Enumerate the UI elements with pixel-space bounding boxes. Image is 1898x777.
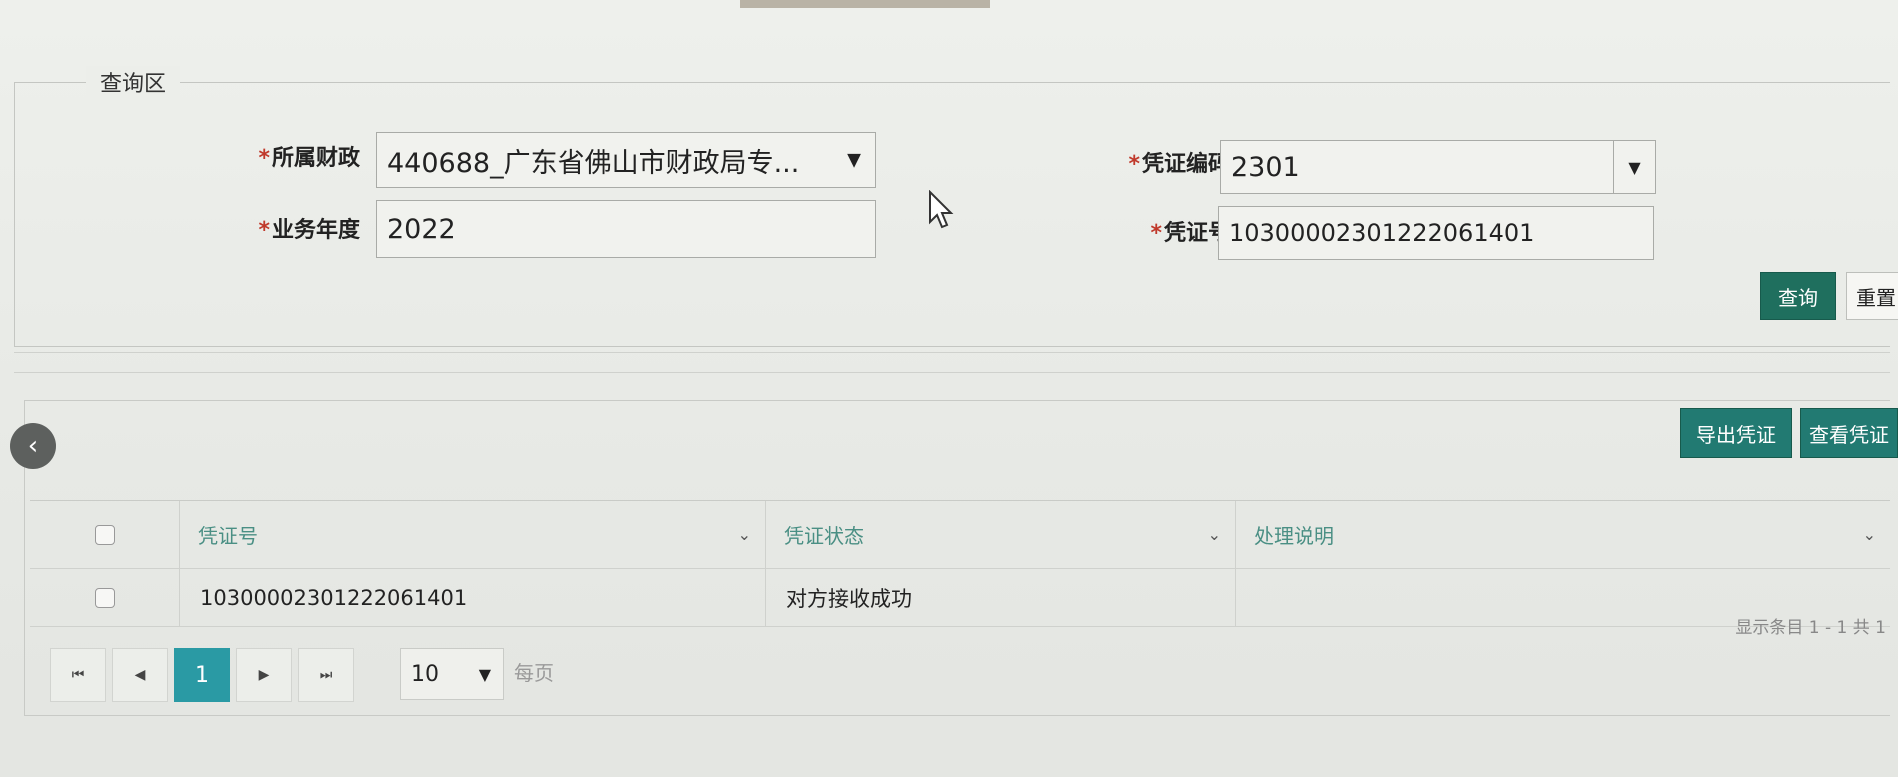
page-summary: 显示条目 1 - 1 共 1 [1735, 618, 1886, 638]
chevron-down-icon[interactable]: ⌄ [1863, 525, 1876, 544]
chevron-down-icon: ▼ [847, 149, 861, 171]
query-button[interactable]: 查询 [1760, 272, 1836, 320]
first-page-button[interactable]: ⏮ [50, 648, 106, 702]
current-page-button[interactable]: 1 [174, 648, 230, 702]
year-field[interactable]: 2022 [376, 200, 876, 258]
last-page-button[interactable]: ⏭ [298, 648, 354, 702]
voucher-no-field[interactable]: 10300002301222061401 [1218, 206, 1654, 260]
chevron-down-icon[interactable]: ⌄ [1208, 525, 1221, 544]
bottom-edge [0, 730, 1898, 777]
finance-label: *所属财政 [258, 146, 360, 171]
per-page-label: 每页 [514, 661, 554, 685]
chevron-down-icon: ▼ [478, 664, 491, 684]
header-select-all[interactable] [30, 501, 180, 569]
page-size-value: 10 [411, 661, 439, 687]
voucher-code-select[interactable]: 2301 ▼ [1220, 140, 1656, 194]
year-label: *业务年度 [258, 218, 360, 243]
view-voucher-button[interactable]: 查看凭证 [1800, 408, 1898, 458]
top-strip [740, 0, 990, 8]
prev-page-button[interactable]: ◀ [112, 648, 168, 702]
voucher-table: 凭证号 ⌄ 凭证状态 ⌄ 处理说明 ⌄ 10300002301222061401 对方… [30, 500, 1890, 627]
table-row-select[interactable] [30, 569, 180, 627]
chevron-down-icon[interactable]: ⌄ [738, 525, 751, 544]
voucher-no-label: *凭证号 [1150, 221, 1230, 246]
column-header-voucher-no[interactable]: 凭证号 ⌄ [180, 501, 766, 569]
export-voucher-button[interactable]: 导出凭证 [1680, 408, 1792, 458]
chevron-left-icon: ‹ [27, 431, 39, 461]
year-value: 2022 [387, 213, 456, 245]
chevron-down-icon[interactable]: ▼ [1613, 141, 1655, 193]
finance-select-value: 440688_广东省佛山市财政局专... [387, 147, 800, 179]
voucher-code-value: 2301 [1231, 151, 1300, 183]
page-size-select[interactable]: 10 ▼ [400, 648, 504, 700]
screen: 查询区 *所属财政 440688_广东省佛山市财政局专... ▼ *凭证编码 2… [0, 0, 1898, 777]
next-page-button[interactable]: ▶ [236, 648, 292, 702]
divider [14, 352, 1890, 353]
checkbox[interactable] [94, 587, 115, 608]
cell-status: 对方接收成功 [766, 569, 1236, 627]
reset-button[interactable]: 重置 [1846, 272, 1898, 320]
back-nav-button[interactable]: ‹ [10, 423, 56, 469]
mouse-cursor-icon [929, 190, 954, 229]
voucher-code-label: *凭证编码 [1128, 152, 1230, 177]
column-header-status[interactable]: 凭证状态 ⌄ [766, 501, 1236, 569]
divider [14, 372, 1890, 373]
checkbox[interactable] [94, 524, 115, 545]
finance-select[interactable]: 440688_广东省佛山市财政局专... ▼ [376, 132, 876, 188]
voucher-no-value: 10300002301222061401 [1229, 219, 1535, 247]
cell-voucher-no: 10300002301222061401 [180, 569, 766, 627]
column-header-note[interactable]: 处理说明 ⌄ [1236, 501, 1890, 569]
query-area-legend: 查询区 [86, 66, 181, 98]
